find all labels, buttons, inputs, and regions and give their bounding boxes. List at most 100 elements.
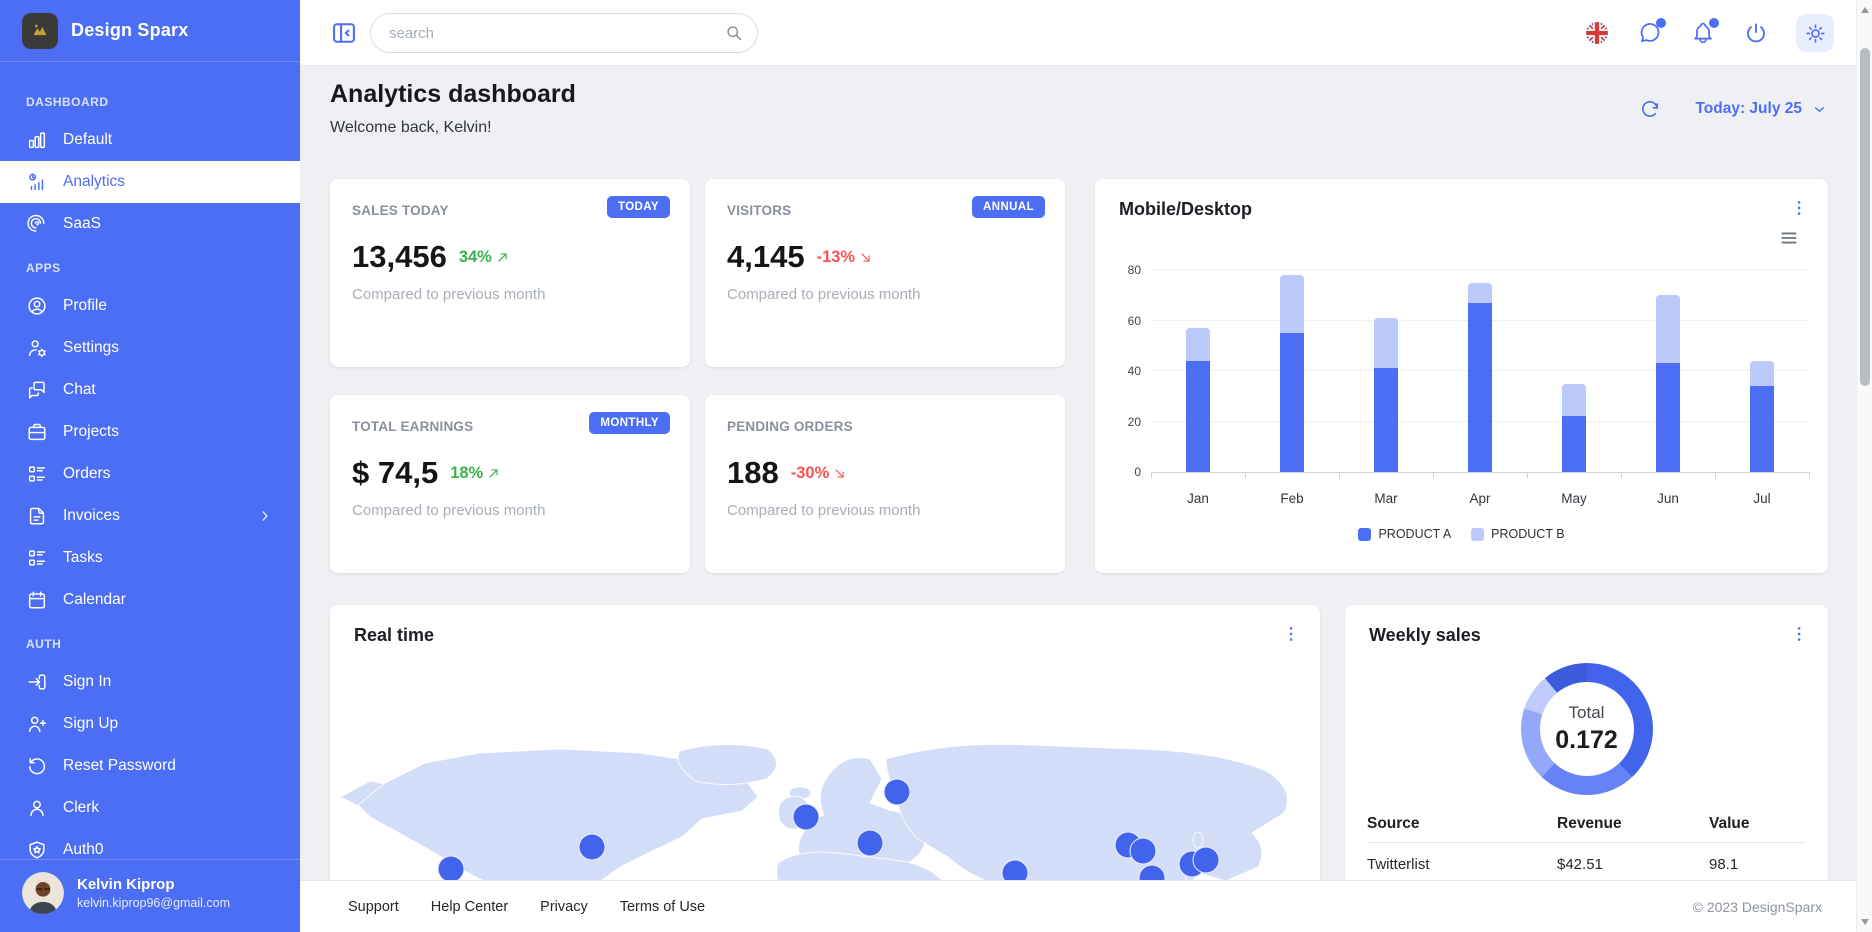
- card-title: Mobile/Desktop: [1119, 199, 1252, 220]
- messages-icon[interactable]: [1637, 20, 1663, 46]
- bar-segment-product-a: [1750, 386, 1774, 472]
- refresh-icon[interactable]: [1639, 98, 1661, 120]
- footer-link-help-center[interactable]: Help Center: [431, 899, 508, 915]
- power-icon[interactable]: [1743, 20, 1769, 46]
- sidebar-item-analytics[interactable]: Analytics: [0, 161, 300, 203]
- stat-delta: -13%: [817, 248, 875, 267]
- sidebar-item-calendar[interactable]: Calendar: [0, 579, 300, 621]
- bar-segment-product-a: [1562, 416, 1586, 472]
- sidebar-item-profile[interactable]: Profile: [0, 285, 300, 327]
- table-header-source: Source: [1367, 815, 1557, 833]
- sidebar-collapse-icon[interactable]: [330, 19, 358, 47]
- stat-delta-value: -13%: [817, 248, 856, 267]
- stat-value-row: 13,45634%: [352, 239, 511, 275]
- stacked-bar[interactable]: [1374, 318, 1398, 472]
- footer-link-support[interactable]: Support: [348, 899, 399, 915]
- search-input[interactable]: [370, 13, 758, 53]
- map-marker[interactable]: [793, 804, 820, 831]
- sidebar-item-tasks[interactable]: Tasks: [0, 537, 300, 579]
- stacked-bar[interactable]: [1750, 361, 1774, 472]
- app-screen: Design Sparx DASHBOARDDefaultAnalyticsSa…: [0, 0, 1872, 932]
- sidebar-item-label: Default: [63, 131, 112, 149]
- legend-label: PRODUCT B: [1491, 527, 1564, 541]
- chart-legend: PRODUCT A PRODUCT B: [1095, 527, 1828, 541]
- sidebar-item-auth0[interactable]: Auth0: [0, 829, 300, 859]
- invoice-icon: [26, 505, 48, 527]
- scrollbar-thumb[interactable]: [1860, 48, 1870, 386]
- x-axis-tick: [1339, 472, 1340, 478]
- legend-item-product-a[interactable]: PRODUCT A: [1358, 527, 1451, 541]
- sidebar-item-orders[interactable]: Orders: [0, 453, 300, 495]
- spiral-icon: [26, 213, 48, 235]
- bar-segment-product-b: [1750, 361, 1774, 386]
- sidebar-item-chat[interactable]: Chat: [0, 369, 300, 411]
- sidebar-item-sign-in[interactable]: Sign In: [0, 661, 300, 703]
- bar-segment-product-b: [1656, 295, 1680, 363]
- sidebar-item-saas[interactable]: SaaS: [0, 203, 300, 245]
- stat-caption: Compared to previous month: [352, 286, 545, 303]
- map-marker[interactable]: [579, 834, 606, 861]
- footer-link-terms-of-use[interactable]: Terms of Use: [620, 899, 705, 915]
- stat-value: 4,145: [727, 239, 805, 275]
- page-footer: SupportHelp CenterPrivacyTerms of Use © …: [300, 880, 1856, 932]
- legend-swatch: [1358, 528, 1371, 541]
- map-marker[interactable]: [1193, 847, 1220, 874]
- x-axis-tick: [1715, 472, 1716, 478]
- x-axis-tick: [1433, 472, 1434, 478]
- chevron-down-icon: [1811, 101, 1828, 118]
- user-gear-icon: [26, 337, 48, 359]
- bar-slot-feb: [1245, 271, 1339, 472]
- x-axis-label: Jul: [1715, 491, 1809, 506]
- date-filter-button[interactable]: Today: July 25: [1695, 100, 1828, 118]
- map-marker[interactable]: [857, 830, 884, 857]
- theme-toggle-sun-icon[interactable]: [1796, 14, 1834, 52]
- stacked-bar[interactable]: [1468, 283, 1492, 472]
- stat-label: TOTAL EARNINGS: [352, 419, 473, 434]
- chart-hamburger-menu-icon[interactable]: [1778, 227, 1800, 249]
- top-header: [300, 0, 1856, 66]
- stacked-bar[interactable]: [1186, 328, 1210, 472]
- kebab-menu-icon[interactable]: [1788, 623, 1810, 645]
- sidebar-item-label: Analytics: [63, 173, 125, 191]
- stacked-bar[interactable]: [1656, 295, 1680, 472]
- user-icon: [26, 797, 48, 819]
- sidebar-item-clerk[interactable]: Clerk: [0, 787, 300, 829]
- sidebar-user[interactable]: Kelvin Kiprop kelvin.kiprop96@gmail.com: [0, 859, 300, 932]
- sidebar-item-default[interactable]: Default: [0, 119, 300, 161]
- table-header-revenue: Revenue: [1557, 815, 1709, 833]
- legend-item-product-b[interactable]: PRODUCT B: [1471, 527, 1564, 541]
- stat-caption: Compared to previous month: [352, 502, 545, 519]
- stacked-bar[interactable]: [1562, 384, 1586, 472]
- stat-delta-value: 34%: [459, 248, 492, 267]
- map-marker[interactable]: [1130, 838, 1157, 865]
- bar-chart-icon: [26, 129, 48, 151]
- kebab-menu-icon[interactable]: [1788, 197, 1810, 219]
- page-subtitle: Welcome back, Kelvin!: [330, 119, 492, 137]
- scrollbar-down-arrow-icon[interactable]: [1861, 919, 1869, 925]
- search-icon[interactable]: [724, 23, 744, 43]
- sidebar-item-sign-up[interactable]: Sign Up: [0, 703, 300, 745]
- map-marker[interactable]: [884, 779, 911, 806]
- brand-row[interactable]: Design Sparx: [0, 0, 300, 62]
- language-flag-icon[interactable]: [1584, 20, 1610, 46]
- card-title: Real time: [354, 625, 434, 646]
- date-filter-label: Today: July 25: [1695, 100, 1802, 118]
- stat-delta-value: -30%: [791, 464, 830, 483]
- sidebar-item-projects[interactable]: Projects: [0, 411, 300, 453]
- gridline: [1151, 269, 1809, 270]
- vertical-scrollbar[interactable]: [1856, 0, 1872, 932]
- bar-slot-mar: [1339, 271, 1433, 472]
- kebab-menu-icon[interactable]: [1280, 623, 1302, 645]
- sidebar-item-reset-password[interactable]: Reset Password: [0, 745, 300, 787]
- user-avatar: [22, 872, 64, 914]
- scrollbar-up-arrow-icon[interactable]: [1861, 7, 1869, 13]
- stacked-bar[interactable]: [1280, 275, 1304, 472]
- legend-label: PRODUCT A: [1378, 527, 1451, 541]
- sidebar-item-settings[interactable]: Settings: [0, 327, 300, 369]
- footer-link-privacy[interactable]: Privacy: [540, 899, 588, 915]
- sidebar-item-label: Orders: [63, 465, 110, 483]
- sidebar-item-invoices[interactable]: Invoices: [0, 495, 300, 537]
- map-marker[interactable]: [438, 856, 465, 883]
- notifications-bell-icon[interactable]: [1690, 20, 1716, 46]
- rotate-icon: [26, 755, 48, 777]
